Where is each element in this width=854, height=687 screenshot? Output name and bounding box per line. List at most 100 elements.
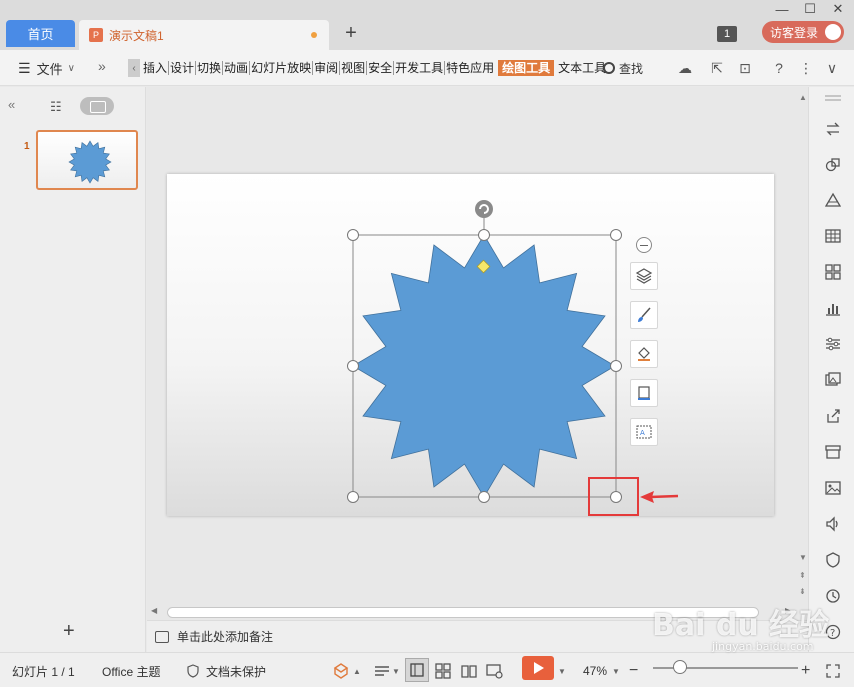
scroll-down-icon[interactable]: ▼: [799, 553, 807, 562]
watermark-url: jingyan.baidu.com: [712, 640, 814, 653]
theme-name[interactable]: Office 主题: [102, 662, 160, 680]
document-title: 演示文稿1: [109, 28, 164, 43]
find-label: 查找: [619, 61, 644, 76]
login-button[interactable]: 访客登录: [762, 21, 844, 43]
export-icon[interactable]: ⊡: [734, 58, 756, 78]
prev-slide-icon[interactable]: ⇞: [799, 571, 806, 580]
shapes-icon[interactable]: [823, 155, 843, 175]
avatar-icon: [825, 24, 841, 40]
reading-view-icon[interactable]: [461, 662, 477, 680]
outline-view-icon[interactable]: ☷: [50, 99, 62, 115]
tab-review[interactable]: 审阅: [313, 61, 341, 75]
archive-icon[interactable]: [823, 442, 843, 462]
border-icon[interactable]: [630, 379, 658, 407]
maximize-icon[interactable]: ☐: [798, 0, 822, 18]
collapse-tools-icon[interactable]: [636, 237, 652, 253]
share-out-icon[interactable]: ⇱: [706, 58, 728, 78]
scroll-up-icon[interactable]: ▲: [799, 93, 807, 102]
play-slideshow-button[interactable]: [522, 656, 554, 680]
tab-special[interactable]: 特色应用: [445, 61, 495, 75]
triangle-icon[interactable]: [823, 190, 843, 210]
rotate-handle-icon[interactable]: [475, 200, 493, 218]
right-sidebar: ?: [808, 87, 854, 652]
chart-icon[interactable]: [823, 298, 843, 318]
sorter-view-icon[interactable]: [435, 662, 451, 680]
tab-transition[interactable]: 切换: [196, 61, 224, 75]
new-tab-button[interactable]: +: [341, 21, 361, 45]
share-icon[interactable]: [823, 406, 843, 426]
sidebar-handle-icon[interactable]: [823, 93, 843, 103]
protection-status[interactable]: 文档未保护: [186, 662, 266, 680]
ribbon-tabs: 插入 设计 切换 动画 幻灯片放映 审阅 视图 安全 开发工具 特色应用 绘图工…: [142, 59, 607, 77]
tab-drawing-tools[interactable]: 绘图工具: [498, 60, 555, 76]
more-vertical-icon[interactable]: ⋮: [795, 58, 817, 78]
star-shape[interactable]: [352, 234, 616, 498]
zoom-level[interactable]: 47%: [583, 662, 607, 680]
find-button[interactable]: 查找: [603, 58, 643, 78]
tab-insert[interactable]: 插入: [142, 61, 170, 75]
vertical-scrollbar[interactable]: ▲ ▼ ⇞ ⇟: [797, 87, 808, 604]
status-bar: 幻灯片 1 / 1 Office 主题 文档未保护 ▲ ▼ ▼ 47% ▼ − …: [0, 652, 854, 687]
sound-icon[interactable]: [823, 514, 843, 534]
help-question-icon[interactable]: ?: [768, 58, 790, 78]
collapse-panel-icon[interactable]: «: [8, 97, 15, 112]
picture-icon[interactable]: [823, 478, 843, 498]
close-icon[interactable]: ✕: [826, 0, 850, 18]
collapse-ribbon-icon[interactable]: ∨: [821, 58, 843, 78]
tab-document[interactable]: P 演示文稿1: [79, 20, 329, 50]
unsaved-dot-icon: [311, 32, 317, 38]
cloud-icon[interactable]: ☁: [674, 58, 696, 78]
layers-icon[interactable]: [630, 262, 658, 290]
slide-canvas: A: [147, 87, 808, 604]
shield-icon[interactable]: [823, 550, 843, 570]
zoom-dropdown-icon[interactable]: ▼: [612, 662, 620, 680]
scroll-left-button[interactable]: ‹: [128, 59, 140, 77]
text-wrap-icon[interactable]: A: [630, 418, 658, 446]
tab-design[interactable]: 设计: [169, 61, 197, 75]
resize-handle-left[interactable]: [347, 360, 359, 372]
file-menu-button[interactable]: ☰ 文件 ∨: [18, 58, 75, 78]
next-slide-icon[interactable]: ⇟: [799, 587, 806, 596]
image-gallery-icon[interactable]: [823, 370, 843, 390]
resize-handle-top[interactable]: [478, 229, 490, 241]
scroll-left-icon[interactable]: ◀: [151, 606, 157, 615]
notes-toggle-icon[interactable]: ▼: [374, 662, 400, 680]
tab-security[interactable]: 安全: [367, 61, 395, 75]
zoom-in-icon[interactable]: +: [801, 662, 810, 680]
resize-handle-bottom-left[interactable]: [347, 491, 359, 503]
grid-icon[interactable]: [823, 262, 843, 282]
resize-handle-top-right[interactable]: [610, 229, 622, 241]
double-chevron-icon[interactable]: »: [98, 58, 106, 74]
minimize-icon[interactable]: —: [770, 0, 794, 18]
zoom-out-icon[interactable]: −: [629, 662, 638, 680]
resize-handle-bottom[interactable]: [478, 491, 490, 503]
chevron-down-icon: ∨: [67, 62, 75, 74]
tab-view[interactable]: 视图: [340, 61, 368, 75]
tab-home[interactable]: 首页: [6, 20, 75, 47]
slide-counter: 幻灯片 1 / 1: [12, 664, 75, 679]
slide-editor[interactable]: [167, 174, 774, 516]
sliders-icon[interactable]: [823, 334, 843, 354]
fill-icon[interactable]: [630, 340, 658, 368]
tab-text-tools[interactable]: 文本工具: [557, 61, 607, 75]
play-options-icon[interactable]: ▼: [558, 662, 566, 680]
tab-developer[interactable]: 开发工具: [394, 61, 446, 75]
normal-view-icon[interactable]: [405, 658, 429, 682]
swap-icon[interactable]: [823, 119, 843, 139]
brush-icon[interactable]: [630, 301, 658, 329]
table-icon[interactable]: [823, 226, 843, 246]
resize-handle-top-left[interactable]: [347, 229, 359, 241]
beautify-icon[interactable]: ▲: [333, 662, 361, 680]
window-count-badge[interactable]: 1: [717, 26, 737, 42]
thumbnail-star-shape: [68, 140, 112, 184]
add-slide-button[interactable]: +: [63, 620, 75, 643]
slide-thumbnail[interactable]: [36, 130, 138, 190]
zoom-slider-handle[interactable]: [673, 660, 687, 674]
notes-icon: [155, 630, 169, 643]
thumbnail-view-toggle[interactable]: [80, 97, 114, 115]
resize-handle-right[interactable]: [610, 360, 622, 372]
fit-window-icon[interactable]: [826, 662, 840, 680]
presenter-view-icon[interactable]: [486, 662, 504, 680]
tab-animation[interactable]: 动画: [223, 61, 251, 75]
tab-slideshow[interactable]: 幻灯片放映: [250, 61, 314, 75]
